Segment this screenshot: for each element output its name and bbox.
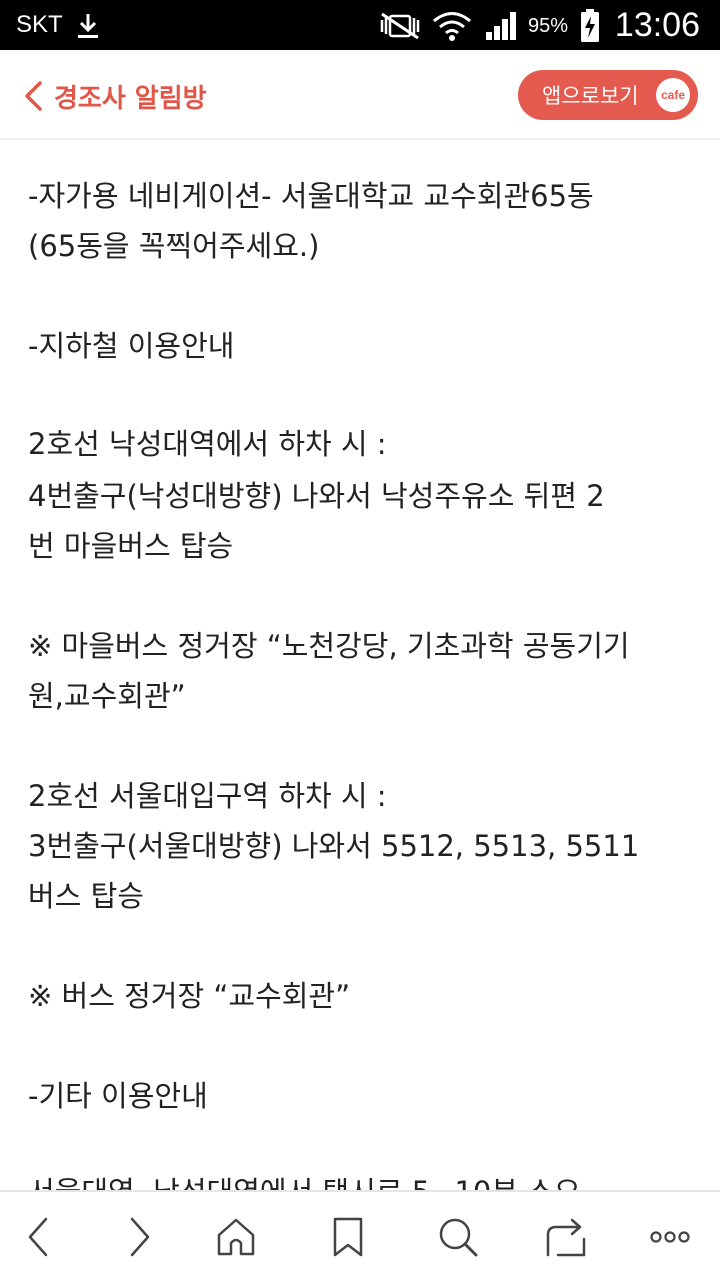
- battery-charging-icon: [581, 9, 599, 42]
- nav-search-button[interactable]: [434, 1214, 482, 1260]
- content-line: -자가용 네비게이션- 서울대학교 교수회관65동: [28, 179, 594, 213]
- board-title: 경조사 알림방: [54, 83, 207, 114]
- share-icon: [546, 1218, 586, 1257]
- clock: 13:06: [614, 6, 700, 44]
- forward-arrow-icon: [130, 1217, 150, 1257]
- nav-more-button[interactable]: [646, 1214, 694, 1260]
- cafe-logo-icon: cafe: [656, 78, 690, 112]
- content-line: -기타 이용안내: [28, 1079, 208, 1113]
- signal-icon: [486, 12, 516, 40]
- content-line: ※ 마을버스 정거장 “노천강당, 기초과학 공동기기: [28, 629, 630, 663]
- content-line: 2호선 낙성대역에서 하차 시 :: [28, 427, 387, 461]
- content-line: (65동을 꼭찍어주세요.): [28, 229, 320, 263]
- wifi-icon: [433, 12, 471, 41]
- bookmark-icon: [333, 1217, 363, 1257]
- more-icon: [650, 1231, 690, 1243]
- nav-home-button[interactable]: [212, 1214, 260, 1260]
- home-icon: [217, 1218, 255, 1256]
- content-line: 서울대역, 낙성대역에서 택시로 5~10분 소요: [28, 1174, 581, 1190]
- cafe-header: 경조사 알림방 앱으로보기 cafe: [0, 50, 720, 140]
- content-line: ※ 버스 정거장 “교수회관”: [28, 979, 351, 1013]
- content-line: 2호선 서울대입구역 하차 시 :: [28, 779, 387, 813]
- content-line: -지하철 이용안내: [28, 329, 235, 363]
- back-button[interactable]: 경조사 알림방: [22, 76, 207, 116]
- download-icon: [78, 14, 98, 38]
- nav-share-button[interactable]: [542, 1214, 590, 1260]
- carrier-label: SKT: [16, 11, 63, 38]
- search-icon: [439, 1218, 478, 1257]
- content-line: 3번출구(서울대방향) 나와서 5512, 5513, 5511: [28, 829, 640, 863]
- content-line: 원,교수회관”: [28, 679, 186, 713]
- content-line: 4번출구(낙성대방향) 나와서 낙성주유소 뒤편 2: [28, 479, 605, 513]
- vibrate-mute-icon: [380, 12, 420, 40]
- nav-forward-button[interactable]: [114, 1214, 162, 1260]
- open-in-app-label: 앱으로보기: [542, 84, 639, 108]
- nav-back-button[interactable]: [16, 1214, 64, 1260]
- post-content: -자가용 네비게이션- 서울대학교 교수회관65동 (65동을 꼭찍어주세요.)…: [0, 140, 720, 1190]
- status-bar: SKT 95% 13:06: [0, 0, 720, 50]
- nav-bookmark-button[interactable]: [324, 1214, 372, 1260]
- content-line: 번 마을버스 탑승: [28, 529, 234, 563]
- battery-percent: 95%: [528, 15, 569, 37]
- back-arrow-icon: [28, 1217, 48, 1257]
- open-in-app-button[interactable]: 앱으로보기 cafe: [518, 70, 698, 120]
- browser-bottom-nav: [0, 1190, 720, 1282]
- chevron-left-icon: [25, 81, 42, 111]
- content-line: 버스 탑승: [28, 879, 144, 913]
